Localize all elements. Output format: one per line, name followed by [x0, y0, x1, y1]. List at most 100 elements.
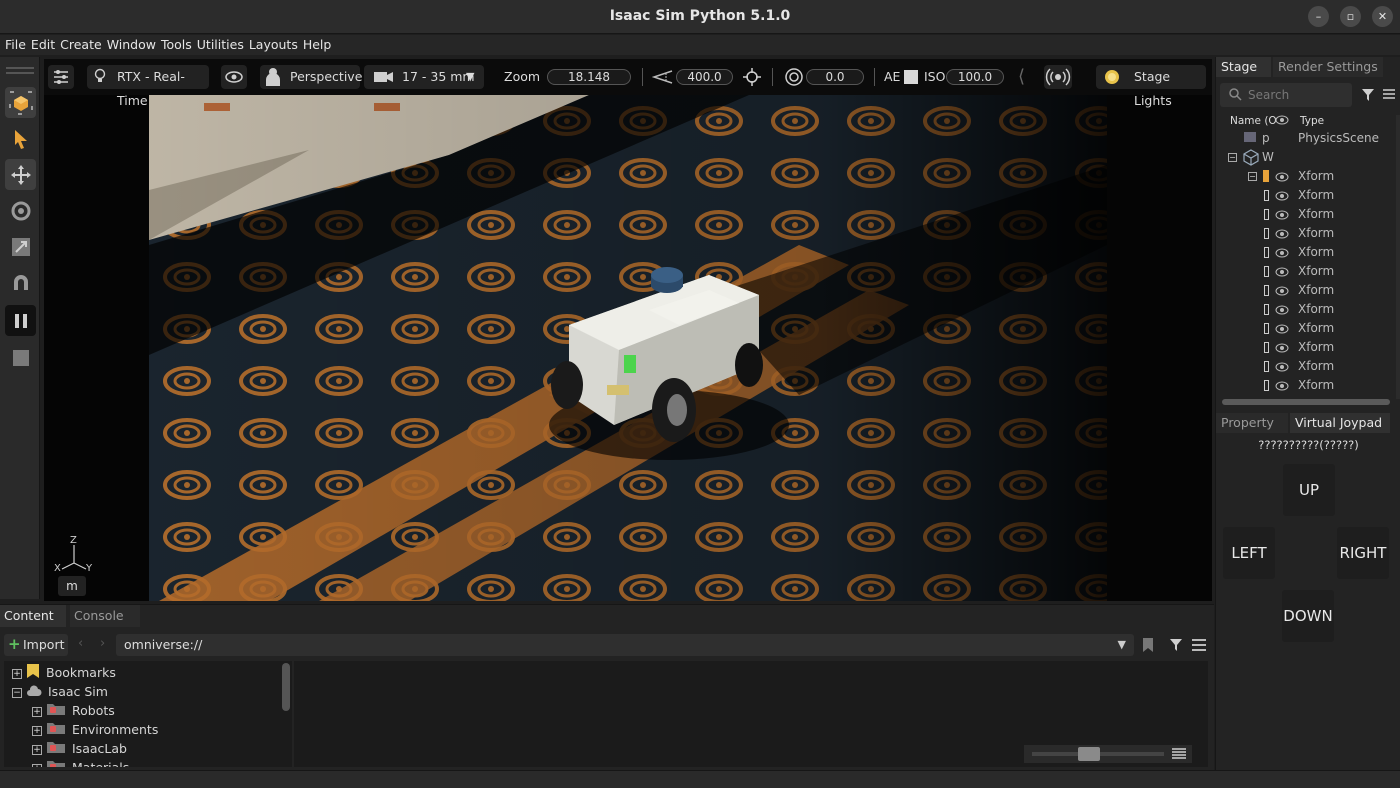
minimize-button[interactable]: –	[1308, 6, 1329, 27]
menu-utilities[interactable]: Utilities	[197, 35, 244, 55]
filter-icon[interactable]	[1168, 637, 1184, 657]
tab-stage[interactable]: Stage	[1216, 57, 1271, 77]
menu-tools[interactable]: Tools	[161, 35, 192, 55]
bookmark-icon[interactable]	[1141, 637, 1155, 657]
collapse-icon[interactable]: −	[1228, 153, 1237, 162]
forward-arrow-icon[interactable]: ›	[100, 636, 105, 651]
list-view-icon[interactable]	[1171, 747, 1187, 765]
visibility-eye-icon[interactable]	[1275, 379, 1289, 398]
viewport[interactable]: RTX - Real-Time Perspective 17 - 35 mm ▼…	[44, 59, 1212, 601]
path-text: omniverse://	[124, 637, 203, 652]
tab-console[interactable]: Console	[70, 605, 140, 627]
tree-item[interactable]: − Isaac Sim	[12, 682, 108, 701]
tab-virtual-joypad[interactable]: Virtual Joypad	[1290, 413, 1390, 433]
import-button[interactable]: + Import	[4, 634, 68, 656]
thumbnail-size-slider[interactable]	[1078, 747, 1100, 761]
back-arrow-icon[interactable]: ‹	[78, 636, 83, 651]
stage-row[interactable]: − W	[1220, 148, 1392, 167]
fov-field[interactable]: 400.0	[676, 69, 733, 85]
stage-hscrollbar[interactable]	[1222, 399, 1390, 405]
menu-create[interactable]: Create	[60, 35, 102, 55]
collapse-icon[interactable]: −	[1248, 172, 1257, 181]
exposure-field[interactable]: 0.0	[806, 69, 864, 85]
stage-search[interactable]: Search	[1220, 83, 1352, 107]
tree-item[interactable]: + Bookmarks	[12, 663, 116, 682]
viewport-menu-button[interactable]	[48, 65, 74, 89]
tool-column	[0, 57, 40, 599]
rotate-icon[interactable]	[5, 195, 36, 226]
pause-icon[interactable]	[5, 305, 36, 336]
select-arrow-icon[interactable]	[5, 123, 36, 154]
broadcast-button[interactable]	[1044, 65, 1072, 89]
tree-item[interactable]: + IsaacLab	[32, 739, 127, 758]
renderer-button[interactable]: RTX - Real-Time	[87, 65, 209, 108]
stage-row[interactable]: Xform	[1220, 281, 1392, 300]
camera-button[interactable]: Perspective	[260, 65, 363, 89]
tab-render-settings[interactable]: Render Settings	[1273, 57, 1383, 77]
menu-help[interactable]: Help	[303, 35, 332, 55]
collapse-left-icon[interactable]: ⟨	[1018, 66, 1025, 87]
camera-label: Perspective	[290, 69, 363, 84]
broadcast-icon	[1045, 68, 1071, 86]
stage-row[interactable]: Xform	[1220, 376, 1392, 395]
joypad-up-button[interactable]: UP	[1283, 464, 1335, 516]
expand-icon[interactable]: +	[12, 668, 22, 679]
expand-icon[interactable]: +	[32, 744, 42, 755]
expand-icon[interactable]: +	[32, 706, 42, 717]
stage-row[interactable]: Xform	[1220, 186, 1392, 205]
chevron-down-icon[interactable]: ▼	[1118, 634, 1126, 656]
stage-row[interactable]: − Xform	[1220, 167, 1392, 186]
stage-row-type: PhysicsScene	[1298, 131, 1379, 145]
expand-icon[interactable]: +	[32, 725, 42, 736]
crosshair-icon[interactable]	[742, 67, 762, 91]
stage-row[interactable]: Xform	[1220, 300, 1392, 319]
tree-item[interactable]: + Materials	[32, 758, 129, 767]
viewport-settings-icon[interactable]	[5, 87, 36, 118]
tree-item[interactable]: + Environments	[32, 720, 158, 739]
collapse-icon[interactable]: −	[12, 687, 22, 698]
physics-icon	[1242, 130, 1258, 150]
joypad-down-button[interactable]: DOWN	[1282, 590, 1334, 642]
tree-item-label: Robots	[72, 703, 115, 718]
stage-row[interactable]: Xform	[1220, 205, 1392, 224]
move-icon[interactable]	[5, 159, 36, 190]
zoom-field[interactable]: 18.148	[547, 69, 631, 85]
joypad-left-button[interactable]: LEFT	[1223, 527, 1275, 579]
iso-field[interactable]: 100.0	[946, 69, 1004, 85]
stage-row[interactable]: Xform	[1220, 319, 1392, 338]
stage-row[interactable]: Xform	[1220, 243, 1392, 262]
restore-button[interactable]: ▫	[1340, 6, 1361, 27]
expand-icon[interactable]: +	[32, 763, 42, 767]
tree-scrollbar[interactable]	[282, 663, 290, 711]
stage-row[interactable]: p PhysicsScene	[1220, 129, 1392, 148]
tab-property[interactable]: Property	[1216, 413, 1288, 433]
menu-file[interactable]: File	[5, 35, 26, 55]
stage-row[interactable]: Xform	[1220, 357, 1392, 376]
menu-edit[interactable]: Edit	[31, 35, 55, 55]
xform-icon	[1264, 304, 1269, 315]
folder-lock-icon	[46, 740, 66, 759]
lens-button[interactable]: 17 - 35 mm ▼	[364, 65, 484, 89]
hamburger-icon[interactable]	[1382, 87, 1396, 105]
visibility-button[interactable]	[221, 65, 247, 89]
close-button[interactable]: ✕	[1372, 6, 1393, 27]
joypad-right-button[interactable]: RIGHT	[1337, 527, 1389, 579]
filter-icon[interactable]	[1360, 87, 1376, 107]
stage-row[interactable]: Xform	[1220, 262, 1392, 281]
tree-item[interactable]: + Robots	[32, 701, 115, 720]
chevron-down-icon: ▼	[466, 70, 475, 83]
snap-magnet-icon[interactable]	[5, 267, 36, 298]
path-field[interactable]: omniverse:// ▼	[116, 634, 1134, 656]
hamburger-icon[interactable]	[1191, 638, 1207, 656]
stage-row[interactable]: Xform	[1220, 338, 1392, 357]
stage-row-type: Xform	[1298, 321, 1335, 335]
scale-icon[interactable]	[5, 231, 36, 262]
ae-checkbox[interactable]	[904, 70, 918, 84]
stop-icon[interactable]	[5, 342, 36, 373]
menu-window[interactable]: Window	[107, 35, 156, 55]
tab-content[interactable]: Content	[0, 605, 66, 627]
stage-scrollbar[interactable]	[1396, 115, 1400, 399]
stage-row[interactable]: Xform	[1220, 224, 1392, 243]
menu-layouts[interactable]: Layouts	[249, 35, 298, 55]
lights-button[interactable]: Stage Lights	[1096, 65, 1206, 108]
